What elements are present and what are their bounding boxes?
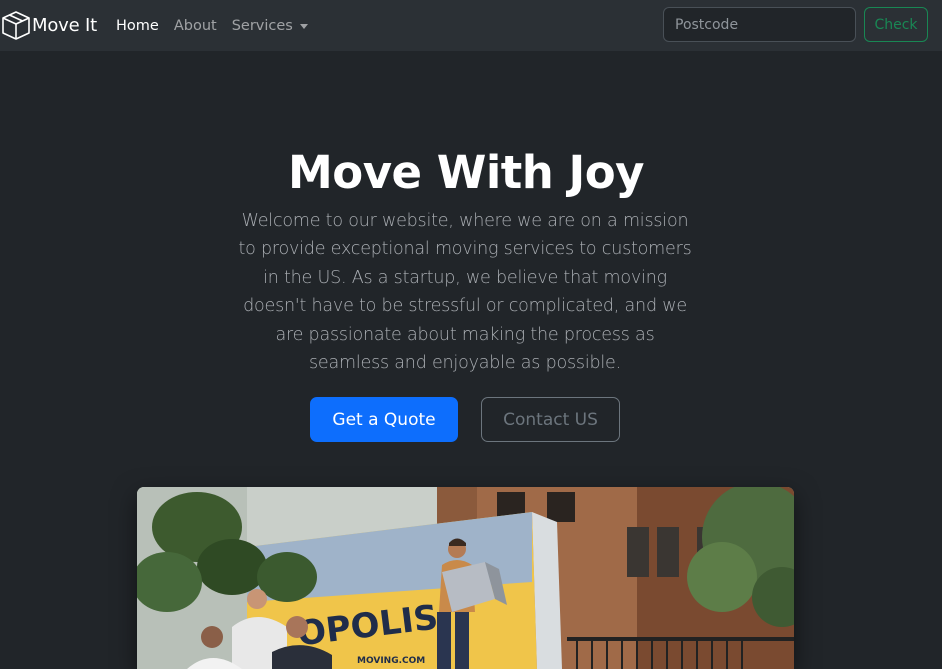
hero-description: Welcome to our website, where we are on …	[238, 211, 692, 374]
hero-title: Move With Joy	[288, 146, 644, 199]
nav-item-about[interactable]: About	[174, 18, 217, 34]
caret-down-icon	[299, 24, 308, 29]
contact-us-button[interactable]: Contact US	[481, 397, 620, 442]
check-button[interactable]: Check	[864, 7, 928, 42]
postcode-form: Check	[663, 7, 928, 42]
nav-item-home[interactable]: Home	[116, 18, 159, 34]
box-icon	[2, 11, 30, 40]
postcode-input[interactable]	[663, 7, 856, 42]
truck-url: MOVING.COM	[357, 656, 425, 666]
moving-scene-illustration: OPOLIS MOVING.COM 320	[137, 487, 794, 669]
brand-link[interactable]: Move It	[0, 8, 97, 42]
navbar: Move It Home About Services Check	[0, 0, 942, 51]
nav-item-services-label: Services	[231, 17, 293, 34]
nav-item-services[interactable]: Services	[232, 18, 308, 34]
brand-name: Move It	[32, 14, 97, 36]
get-quote-button[interactable]: Get a Quote	[310, 397, 458, 442]
hero-image: OPOLIS MOVING.COM 320	[137, 487, 794, 669]
nav-links: Home About Services	[116, 0, 323, 51]
